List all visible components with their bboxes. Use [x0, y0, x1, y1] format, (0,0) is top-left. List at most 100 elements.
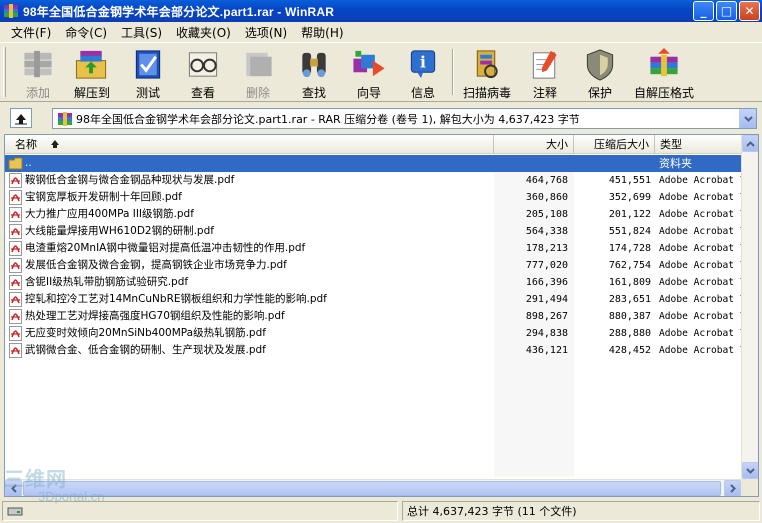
test-label: 测试 [135, 86, 160, 100]
menu-bar: 文件(F) 命令(C) 工具(S) 收藏夹(O) 选项(N) 帮助(H) [0, 22, 762, 42]
status-left-pane [2, 501, 398, 521]
add-label: 添加 [25, 86, 50, 100]
file-name: 发展低合金钢及微合金钢，提高钢铁企业市场竞争力.pdf [25, 259, 287, 271]
file-name: 控轧和控冷工艺对14MnCuNbRE钢板组织和力学性能的影响.pdf [25, 293, 327, 305]
toolbar-grip[interactable] [3, 47, 6, 97]
table-row[interactable]: 大线能量焊接用WH610D2钢的研制.pdf 564,338 551,824 A… [5, 223, 751, 240]
menu-favorites[interactable]: 收藏夹(O) [169, 24, 238, 41]
minimize-button[interactable]: _ [693, 1, 714, 21]
file-size: 166,396 [525, 277, 568, 288]
close-icon: ✕ [744, 4, 755, 18]
scroll-up-button[interactable] [742, 135, 758, 152]
pdf-file-icon [9, 224, 22, 239]
watermark: 三维网 3Dportal.cn [4, 470, 104, 504]
winrar-app-icon[interactable] [3, 3, 19, 19]
vertical-scrollbar[interactable] [741, 135, 758, 479]
delete-button[interactable]: 删除 [232, 45, 284, 101]
wizard-icon [353, 50, 385, 77]
table-row[interactable]: 武钢微合金、低合金钢的研制、生产现状及发展.pdf 436,121 428,45… [5, 342, 751, 359]
pdf-file-icon [9, 190, 22, 205]
address-bar: 98年全国低合金钢学术年会部分论文.part1.rar - RAR 压缩分卷 (… [0, 104, 762, 132]
file-name: 大线能量焊接用WH610D2钢的研制.pdf [25, 225, 214, 237]
table-row[interactable]: 电渣重熔20MnIA钢中微量铝对提高低温冲击韧性的作用.pdf 178,213 … [5, 240, 751, 257]
menu-help[interactable]: 帮助(H) [294, 24, 350, 41]
find-button[interactable]: 查找 [288, 45, 340, 101]
add-books-icon [24, 50, 52, 78]
scroll-down-button[interactable] [742, 462, 758, 479]
wizard-button[interactable]: 向导 [343, 45, 395, 101]
file-packed-size: 174,728 [608, 243, 651, 254]
pdf-file-icon [9, 309, 22, 324]
sort-up-arrow-icon [50, 140, 59, 148]
add-button[interactable]: 添加 [12, 45, 64, 101]
file-packed-size: 352,699 [608, 192, 651, 203]
status-total: 总计 4,637,423 字节 (11 个文件) [402, 501, 760, 521]
horizontal-scrollbar[interactable] [5, 479, 741, 496]
test-check-icon [135, 50, 161, 79]
info-button[interactable]: i 信息 [397, 45, 449, 101]
table-row[interactable]: 无应变时效倾向20MnSiNb400MPa级热轧钢筋.pdf 294,838 2… [5, 325, 751, 342]
sfx-icon [650, 47, 678, 77]
scroll-corner [741, 479, 758, 496]
find-label: 查找 [301, 86, 326, 100]
file-list[interactable]: 名称 大小 压缩后大小 类型 .. 资料夹 鞍钢低合金钢与微合金钢品种现状与发展… [4, 134, 759, 497]
sfx-label: 自解压格式 [633, 86, 694, 100]
column-name[interactable]: 名称 [5, 135, 494, 154]
protect-shield-icon [586, 49, 614, 81]
file-packed-size: 762,754 [608, 260, 651, 271]
menu-file[interactable]: 文件(F) [4, 24, 58, 41]
close-button[interactable]: ✕ [739, 1, 760, 21]
file-size: 777,020 [525, 260, 568, 271]
maximize-button[interactable]: □ [716, 1, 737, 21]
file-packed-size: 283,651 [608, 294, 651, 305]
comment-label: 注释 [532, 86, 557, 100]
folder-up-row[interactable]: .. 资料夹 [5, 155, 757, 172]
table-row[interactable]: 宝钢宽厚板开发研制十年回顾.pdf 360,860 352,699 Adobe … [5, 189, 751, 206]
archive-path-text: 98年全国低合金钢学术年会部分论文.part1.rar - RAR 压缩分卷 (… [76, 112, 580, 126]
scroll-right-button[interactable] [724, 480, 741, 496]
horizontal-scroll-thumb[interactable] [23, 481, 721, 496]
column-type[interactable]: 类型 [655, 135, 745, 154]
table-row[interactable]: 发展低合金钢及微合金钢，提高钢铁企业市场竞争力.pdf 777,020 762,… [5, 257, 751, 274]
path-dropdown-button[interactable] [739, 109, 756, 128]
view-label: 查看 [190, 86, 215, 100]
pdf-file-icon [9, 207, 22, 222]
delete-icon [246, 52, 272, 77]
table-row[interactable]: 含铌II级热轧带肋钢筋试验研究.pdf 166,396 161,809 Adob… [5, 274, 751, 291]
scan-virus-label: 扫描病毒 [462, 86, 511, 100]
pdf-file-icon [9, 173, 22, 188]
file-name: 热处理工艺对焊接高强度HG70钢组织及性能的影响.pdf [25, 310, 285, 322]
svg-text:i: i [420, 52, 426, 71]
minimize-icon: _ [700, 4, 707, 18]
table-row[interactable]: 热处理工艺对焊接高强度HG70钢组织及性能的影响.pdf 898,267 880… [5, 308, 751, 325]
view-glasses-icon [188, 52, 218, 77]
file-packed-size: 551,824 [608, 226, 651, 237]
column-packed[interactable]: 压缩后大小 [574, 135, 655, 154]
scan-virus-button[interactable]: 扫描病毒 [461, 45, 513, 101]
column-size[interactable]: 大小 [494, 135, 574, 154]
file-packed-size: 161,809 [608, 277, 651, 288]
comment-pen-icon [532, 50, 557, 79]
table-row[interactable]: 控轧和控冷工艺对14MnCuNbRE钢板组织和力学性能的影响.pdf 291,4… [5, 291, 751, 308]
table-row[interactable]: 大力推广应用400MPa III级钢筋.pdf 205,108 201,122 … [5, 206, 751, 223]
protect-label: 保护 [587, 86, 612, 100]
file-name: 含铌II级热轧带肋钢筋试验研究.pdf [25, 276, 189, 288]
view-button[interactable]: 查看 [177, 45, 229, 101]
menu-commands[interactable]: 命令(C) [58, 24, 114, 41]
archive-path-combobox[interactable]: 98年全国低合金钢学术年会部分论文.part1.rar - RAR 压缩分卷 (… [52, 108, 757, 129]
extract-to-button[interactable]: 解压到 [66, 45, 118, 101]
test-button[interactable]: 测试 [122, 45, 174, 101]
wizard-label: 向导 [356, 86, 381, 100]
menu-options[interactable]: 选项(N) [238, 24, 294, 41]
comment-button[interactable]: 注释 [519, 45, 571, 101]
column-header: 名称 大小 压缩后大小 类型 [5, 135, 745, 154]
pdf-file-icon [9, 258, 22, 273]
title-bar[interactable]: 98年全国低合金钢学术年会部分论文.part1.rar - WinRAR _ □… [0, 0, 762, 22]
menu-tools[interactable]: 工具(S) [114, 24, 169, 41]
table-row[interactable]: 鞍钢低合金钢与微合金钢品种现状与发展.pdf 464,768 451,551 A… [5, 172, 751, 189]
watermark-sub: 3Dportal.cn [38, 489, 105, 504]
file-size: 464,768 [525, 175, 568, 186]
protect-button[interactable]: 保护 [574, 45, 626, 101]
sfx-button[interactable]: 自解压格式 [633, 45, 695, 101]
up-one-level-button[interactable] [10, 108, 32, 128]
